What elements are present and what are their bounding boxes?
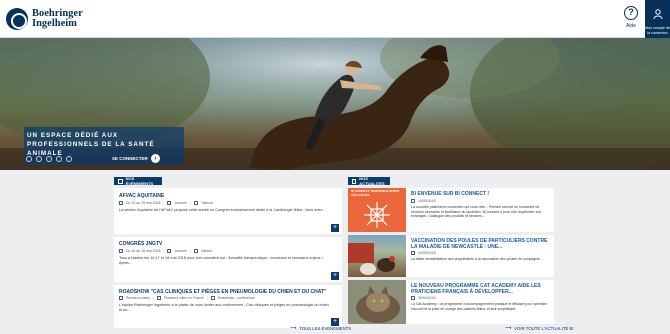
events-section-header: NOS ÉVÉNEMENTS <box>114 176 162 186</box>
event-date: Plusieurs dates <box>126 296 150 300</box>
arrow-right-icon: ⟶ <box>505 325 512 330</box>
hero-feature-icons <box>26 156 72 162</box>
news-date: 03/05/2018 <box>418 251 436 255</box>
event-title: CONGRÈS JNGTV <box>119 241 163 247</box>
news-meta: 03/05/2018 <box>411 251 436 255</box>
calendar-small-icon <box>411 199 415 203</box>
news-title: LE NOUVEAU PROGRAMME CAT ACADEMY AIDE LE… <box>411 283 541 295</box>
calendar-small-icon <box>411 251 415 255</box>
all-news-label: VOIR TOUTE L'ACTUALITÉ BI <box>514 325 574 331</box>
news-icon <box>352 178 357 184</box>
hero-title: UN ESPACE DÉDIÉ AUX PROFESSIONNELS DE LA… <box>27 132 155 157</box>
location-icon <box>193 201 198 205</box>
event-description: Tous à Nantes les 16,17 et 18 mai 2018 p… <box>119 256 323 266</box>
event-date: Du 16 au 18 mai 2018 <box>126 249 161 253</box>
event-location: Talence <box>200 201 214 205</box>
events-header-label: NOS ÉVÉNEMENTS <box>125 176 154 186</box>
news-description: La faible sensibilisation des propriétai… <box>411 257 543 261</box>
login-button[interactable]: SE CONNECTER › <box>112 154 160 163</box>
arrow-right-icon: › <box>150 154 160 163</box>
logo-wordmark: Boehringer Ingelheim <box>32 8 83 29</box>
news-thumbnail-bi-connect: BI CONNECT, BIENVENUE ENTRE COLLÈGUES <box>348 188 406 232</box>
news-date: 14/05/2018 <box>418 199 436 203</box>
news-thumbnail-cat <box>348 280 406 324</box>
event-card-afvac[interactable]: AFVAC AQUITAINE Du 24 au 25 mai 2018 | Jo… <box>114 188 342 234</box>
event-time: Plusieurs villes en France <box>163 296 204 300</box>
news-card-bi-connect[interactable]: BI CONNECT, BIENVENUE ENTRE COLLÈGUES BI… <box>348 188 554 232</box>
all-events-label: TOUS LES ÉVÉNEMENTS <box>299 325 352 331</box>
news-card-cat-academy[interactable]: LE NOUVEAU PROGRAMME CAT ACADEMY AIDE LE… <box>348 280 554 324</box>
conference-icon <box>210 296 215 300</box>
calendar-icon <box>118 178 123 184</box>
location-icon <box>193 249 198 253</box>
event-card-jngtv[interactable]: CONGRÈS JNGTV Du 16 au 18 mai 2018 | Jour… <box>114 237 342 282</box>
event-meta: Du 16 au 18 mai 2018 | Journée | Nantes <box>119 249 212 253</box>
calendar-small-icon <box>119 249 123 253</box>
news-meta: 14/05/2018 <box>411 199 436 203</box>
location-icon <box>156 296 161 300</box>
user-icon <box>653 9 662 20</box>
event-time: Journée <box>174 249 188 253</box>
news-title: BI ENVENUE SUR BI CONNECT ! <box>411 191 490 197</box>
calendar-small-icon <box>119 296 123 300</box>
news-header-label: NOS ACTUALITÉS <box>359 176 385 186</box>
event-time: Journée <box>174 201 188 205</box>
event-meta: Plusieurs dates | Plusieurs villes en Fra… <box>119 296 255 300</box>
all-news-link[interactable]: ⟶ VOIR TOUTE L'ACTUALITÉ BI <box>505 325 574 331</box>
logo-line-2: Ingelheim <box>32 18 77 29</box>
clock-icon <box>167 249 172 253</box>
logo-mark-icon <box>6 8 28 30</box>
hero-banner: UN ESPACE DÉDIÉ AUX PROFESSIONNELS DE LA… <box>0 38 670 170</box>
thumbnail-caption: BI CONNECT, BIENVENUE ENTRE COLLÈGUES <box>351 189 400 197</box>
top-header: Boehringer Ingelheim ? Aide Mon compte d… <box>0 0 670 38</box>
account-button[interactable]: Mon compte de la connexion <box>645 0 670 38</box>
feature-icon-1 <box>26 156 32 162</box>
news-thumbnail-chickens <box>348 235 406 277</box>
event-description: L'équipe Boehringer Ingelheim a le plais… <box>119 303 329 313</box>
event-location: Nantes <box>200 249 213 253</box>
event-title: AFVAC AQUITAINE <box>119 193 165 199</box>
event-location: Roadshow - conférence <box>217 296 255 300</box>
news-meta: 25/04/2018 <box>411 296 436 300</box>
boehringer-logo[interactable]: Boehringer Ingelheim <box>6 8 83 30</box>
all-events-link[interactable]: ⟶ TOUS LES ÉVÉNEMENTS <box>290 325 351 331</box>
event-more-plus-icon[interactable]: + <box>331 272 339 280</box>
login-label: SE CONNECTER <box>112 156 148 161</box>
event-description: La section Aquitaine de l'AFVAC propose … <box>119 208 326 212</box>
event-meta: Du 24 au 25 mai 2018 | Journée | Talence <box>119 201 213 205</box>
news-description: La Cat Academy : un programme d'accompag… <box>411 302 548 311</box>
news-title: VACCINATION DES POULES DE PARTICULIERS C… <box>411 238 548 250</box>
bi-connect-snowflake-icon <box>364 202 390 228</box>
help-button[interactable]: ? Aide <box>620 6 642 29</box>
arrow-right-icon: ⟶ <box>290 325 297 330</box>
feature-icon-2 <box>36 156 42 162</box>
help-label: Aide <box>625 23 636 29</box>
feature-icon-5 <box>66 156 72 162</box>
news-description: La nouvelle plateforme connectée qui vou… <box>411 205 542 219</box>
event-date: Du 24 au 25 mai 2018 <box>126 201 161 205</box>
feature-icon-3 <box>46 156 52 162</box>
news-card-vaccination[interactable]: VACCINATION DES POULES DE PARTICULIERS C… <box>348 235 554 277</box>
feature-icon-4 <box>56 156 62 162</box>
event-card-roadshow[interactable]: ROADSHOW "CAS CLINIQUES ET PIÈGES EN PNE… <box>114 285 342 328</box>
clock-icon <box>167 201 172 205</box>
event-title: ROADSHOW "CAS CLINIQUES ET PIÈGES EN PNE… <box>119 289 327 295</box>
news-section-header: NOS ACTUALITÉS <box>348 176 390 186</box>
news-date: 25/04/2018 <box>418 296 436 300</box>
help-icon: ? <box>624 6 638 20</box>
cat-photo <box>356 286 400 323</box>
calendar-small-icon <box>411 296 415 300</box>
chickens-photo <box>348 243 395 275</box>
event-more-plus-icon[interactable]: + <box>331 224 339 232</box>
account-label: Mon compte de la connexion <box>645 26 670 35</box>
calendar-small-icon <box>119 201 123 205</box>
